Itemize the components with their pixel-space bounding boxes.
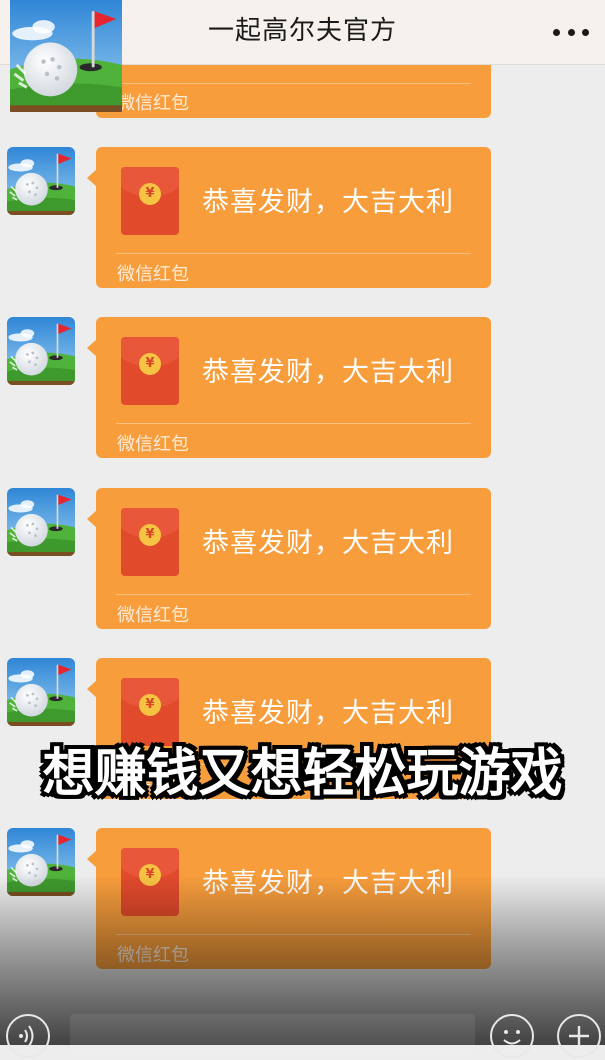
avatar[interactable] bbox=[7, 658, 75, 726]
avatar[interactable] bbox=[8, 0, 124, 112]
red-packet-icon: ¥ bbox=[121, 167, 179, 235]
red-packet-bubble[interactable]: ¥ 恭喜发财，大吉大利 微信红包 bbox=[87, 147, 491, 288]
emoji-icon[interactable] bbox=[490, 1014, 534, 1058]
more-dots-icon[interactable] bbox=[553, 22, 589, 42]
red-packet-footer-label: 微信红包 bbox=[117, 434, 189, 455]
red-packet-bubble[interactable]: ¥ 恭喜发财，大吉大利 微信红包 bbox=[87, 317, 491, 458]
message-row: ¥ 恭喜发财，大吉大利 微信红包 bbox=[0, 317, 605, 459]
avatar[interactable] bbox=[7, 828, 75, 896]
red-packet-footer-label: 微信红包 bbox=[117, 945, 189, 966]
message-input[interactable] bbox=[70, 1014, 475, 1054]
divider bbox=[116, 253, 471, 254]
divider bbox=[116, 594, 471, 595]
avatar[interactable] bbox=[7, 317, 75, 385]
avatar[interactable] bbox=[7, 147, 75, 215]
red-packet-icon: ¥ bbox=[121, 337, 179, 405]
video-caption: 想赚钱又想轻松玩游戏 bbox=[42, 744, 563, 804]
red-packet-greeting: 恭喜发财，大吉大利 bbox=[202, 528, 454, 559]
plus-icon[interactable] bbox=[557, 1014, 601, 1058]
red-packet-greeting: 恭喜发财，大吉大利 bbox=[202, 868, 454, 899]
voice-icon[interactable] bbox=[6, 1014, 50, 1058]
red-packet-greeting: 恭喜发财，大吉大利 bbox=[202, 357, 454, 388]
avatar[interactable] bbox=[7, 488, 75, 556]
input-bar bbox=[0, 990, 605, 1058]
red-packet-icon: ¥ bbox=[121, 848, 179, 916]
red-packet-bubble[interactable]: ¥ 恭喜发财，大吉大利 微信红包 bbox=[87, 488, 491, 629]
divider bbox=[116, 83, 471, 84]
red-packet-bubble[interactable]: 微信红包 bbox=[96, 64, 491, 118]
red-packet-icon: ¥ bbox=[121, 508, 179, 576]
divider bbox=[116, 934, 471, 935]
divider bbox=[116, 423, 471, 424]
red-packet-bubble[interactable]: ¥ 恭喜发财，大吉大利 微信红包 bbox=[87, 828, 491, 969]
message-row: ¥ 恭喜发财，大吉大利 微信红包 bbox=[0, 147, 605, 289]
red-packet-footer-label: 微信红包 bbox=[117, 264, 189, 285]
message-row: ¥ 恭喜发财，大吉大利 微信红包 bbox=[0, 828, 605, 970]
red-packet-greeting: 恭喜发财，大吉大利 bbox=[202, 187, 454, 218]
red-packet-footer-label: 微信红包 bbox=[117, 605, 189, 626]
red-packet-greeting: 恭喜发财，大吉大利 bbox=[202, 698, 454, 729]
message-row: ¥ 恭喜发财，大吉大利 微信红包 bbox=[0, 488, 605, 630]
red-packet-footer-label: 微信红包 bbox=[117, 93, 189, 114]
